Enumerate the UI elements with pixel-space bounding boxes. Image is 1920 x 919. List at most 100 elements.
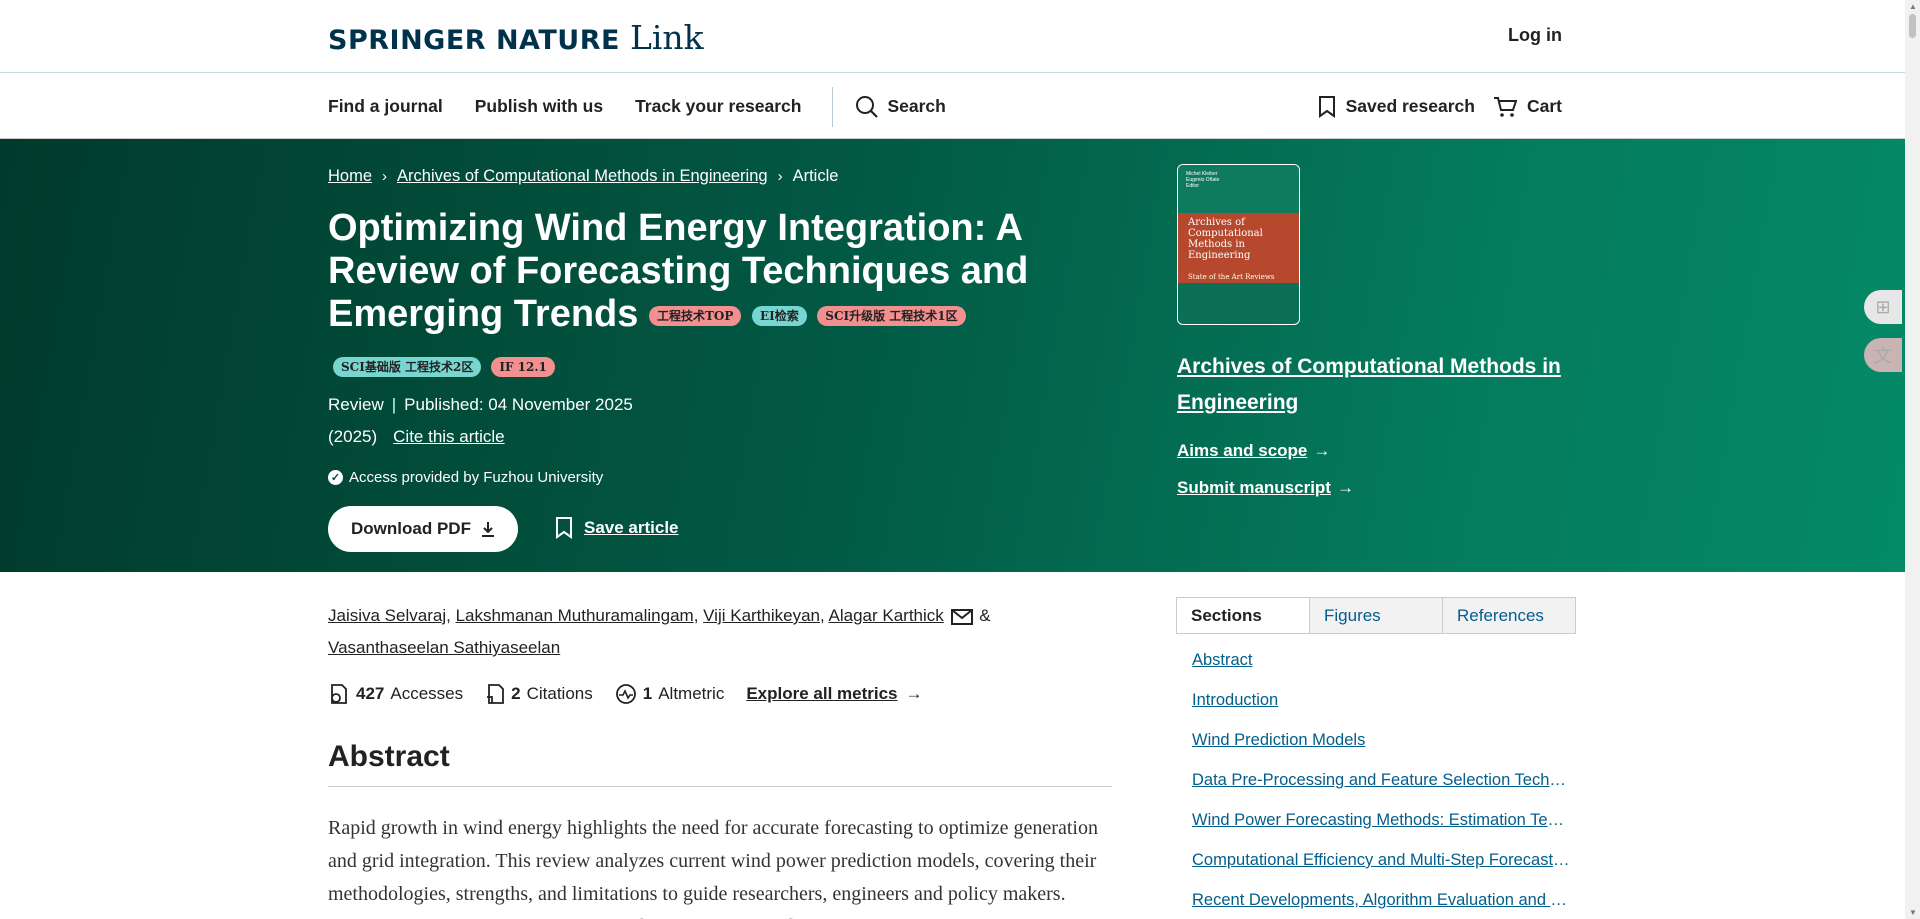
cart-link[interactable]: Cart <box>1493 96 1562 118</box>
article-metrics: 427 Accesses 2 Citations 1 Altmetric Exp… <box>328 683 923 705</box>
article-title-block: Optimizing Wind Energy Integration: A Re… <box>328 207 1048 336</box>
altmetric-metric: 1 Altmetric <box>615 683 725 705</box>
article-meta: Review | Published: 04 November 2025 <box>328 395 633 415</box>
access-text: Access provided by Fuzhou University <box>349 469 604 486</box>
badge-ei: EI检索 <box>751 305 807 326</box>
author-link[interactable]: Viji Karthikeyan <box>703 606 820 625</box>
author-link[interactable]: Lakshmanan Muthuramalingam <box>456 606 694 625</box>
saved-research-link[interactable]: Saved research <box>1318 95 1475 118</box>
logo-brand: SPRINGER NATURE <box>328 25 620 56</box>
toc-item[interactable]: Introduction <box>1192 688 1572 728</box>
citation-icon <box>485 683 505 705</box>
accesses-count: 427 <box>356 684 385 703</box>
author-link[interactable]: Alagar Karthick <box>829 606 944 625</box>
arrow-right-icon: → <box>1336 478 1354 497</box>
scroll-up-icon[interactable]: ▲ <box>1909 2 1917 11</box>
eye-document-icon <box>328 683 350 705</box>
cart-label: Cart <box>1526 96 1562 116</box>
tab-sections[interactable]: Sections <box>1177 598 1309 633</box>
toc-item[interactable]: Recent Developments, Algorithm Evaluatio… <box>1192 888 1572 919</box>
nav-publish-with-us[interactable]: Publish with us <box>475 96 603 117</box>
breadcrumb-journal[interactable]: Archives of Computational Methods in Eng… <box>397 167 768 186</box>
arrow-right-icon: → <box>1313 441 1331 460</box>
tab-figures[interactable]: Figures <box>1309 598 1442 633</box>
article-type: Review <box>328 395 384 414</box>
abstract-text: Rapid growth in wind energy highlights t… <box>328 817 1098 919</box>
badge-sci-basic: SCI基础版 工程技术2区 <box>333 357 482 377</box>
nav-track-research[interactable]: Track your research <box>635 96 801 117</box>
tab-references[interactable]: References <box>1442 598 1575 633</box>
download-icon <box>481 521 495 537</box>
badge-top: 工程技术TOP <box>648 305 742 326</box>
journal-title-link[interactable]: Archives of Computational Methods in Eng… <box>1177 349 1577 421</box>
save-article-button[interactable]: Save article <box>556 517 679 539</box>
sections-toc: Abstract Introduction Wind Prediction Mo… <box>1192 648 1572 919</box>
toc-item[interactable]: Data Pre-Processing and Feature Selectio… <box>1192 768 1572 808</box>
cite-article-link[interactable]: Cite this article <box>393 427 504 447</box>
article-hero: Home › Archives of Computational Methods… <box>0 139 1905 572</box>
submit-manuscript-link[interactable]: Submit manuscript → <box>1177 478 1354 498</box>
author-link[interactable]: Jaisiva Selvaraj <box>328 606 446 625</box>
main-nav: Find a journal Publish with us Track you… <box>0 74 1905 139</box>
citations-label: Citations <box>526 684 593 703</box>
accesses-metric: 427 Accesses <box>328 683 463 705</box>
article-year: (2025) <box>328 427 378 446</box>
toc-item[interactable]: Abstract <box>1192 648 1572 688</box>
sidebar-tabs: Sections Figures References <box>1176 597 1576 634</box>
author-link[interactable]: Vasanthaseelan Sathiyaseelan <box>328 638 560 657</box>
aims-scope-link[interactable]: Aims and scope → <box>1177 441 1330 461</box>
floating-tool-icon[interactable]: ⊞ <box>1864 290 1902 324</box>
journal-cover-image[interactable]: Michel Kleiber Eugenio Oñate Editor Arch… <box>1177 164 1300 325</box>
floating-translate-icon[interactable]: 文 <box>1864 338 1902 372</box>
altmetric-icon <box>615 683 637 705</box>
toc-item[interactable]: Computational Efficiency and Multi-Step … <box>1192 848 1572 888</box>
search-icon <box>855 95 879 119</box>
site-header: SPRINGER NATURE Link Log in <box>0 0 1905 73</box>
article-meta-2: (2025) Cite this article <box>328 427 505 447</box>
submit-manuscript-label: Submit manuscript <box>1177 478 1331 497</box>
badge-row: SCI基础版 工程技术2区 IF 12.1 <box>333 357 555 377</box>
toc-item[interactable]: Wind Power Forecasting Methods: Estimati… <box>1192 808 1572 848</box>
nav-find-journal[interactable]: Find a journal <box>328 96 443 117</box>
published-date: Published: 04 November 2025 <box>404 395 633 414</box>
cart-icon <box>1493 96 1517 118</box>
author-list: Jaisiva Selvaraj, Lakshmanan Muthuramali… <box>328 606 991 657</box>
citations-count: 2 <box>511 684 521 703</box>
explore-metrics-link[interactable]: Explore all metrics → <box>746 684 922 704</box>
save-article-label: Save article <box>584 518 679 537</box>
breadcrumb-home[interactable]: Home <box>328 167 372 186</box>
nav-divider <box>832 86 834 127</box>
altmetric-count: 1 <box>642 684 653 703</box>
aims-scope-label: Aims and scope <box>1177 441 1308 460</box>
badge-sci-upgrade: SCI升级版 工程技术1区 <box>817 305 966 326</box>
saved-research-label: Saved research <box>1345 96 1475 116</box>
chevron-right-icon: › <box>382 168 388 185</box>
breadcrumb: Home › Archives of Computational Methods… <box>328 167 838 186</box>
badge-impact-factor: IF 12.1 <box>491 357 555 377</box>
cover-subtitle: State of the Art Reviews <box>1188 273 1275 281</box>
check-circle-icon: ✓ <box>328 470 343 485</box>
toc-item[interactable]: Wind Prediction Models <box>1192 728 1572 768</box>
access-notice: ✓ Access provided by Fuzhou University <box>328 469 603 486</box>
bookmark-icon <box>556 517 572 539</box>
email-icon[interactable] <box>950 608 973 625</box>
springer-nature-link-logo[interactable]: SPRINGER NATURE Link <box>328 18 704 57</box>
breadcrumb-current: Article <box>792 167 839 185</box>
logo-suffix: Link <box>629 18 704 57</box>
download-pdf-label: Download PDF <box>351 519 471 538</box>
accesses-label: Accesses <box>390 684 464 703</box>
cover-title: Archives of Computational Methods in Eng… <box>1188 217 1263 261</box>
scrollbar-thumb[interactable] <box>1909 14 1916 38</box>
arrow-right-icon: → <box>905 684 923 703</box>
page-scrollbar[interactable]: ▲ ▼ <box>1905 0 1920 919</box>
citations-metric: 2 Citations <box>485 683 593 705</box>
meta-divider: | <box>391 395 397 414</box>
cover-authors: Michel Kleiber Eugenio Oñate Editor <box>1186 171 1220 189</box>
scroll-down-icon[interactable]: ▼ <box>1909 908 1917 917</box>
abstract-heading: Abstract <box>328 740 1112 787</box>
search-label: Search <box>887 96 946 116</box>
search-button[interactable]: Search <box>855 95 946 119</box>
download-pdf-button[interactable]: Download PDF <box>328 506 518 552</box>
login-link[interactable]: Log in <box>1508 25 1562 46</box>
altmetric-label: Altmetric <box>658 684 725 703</box>
